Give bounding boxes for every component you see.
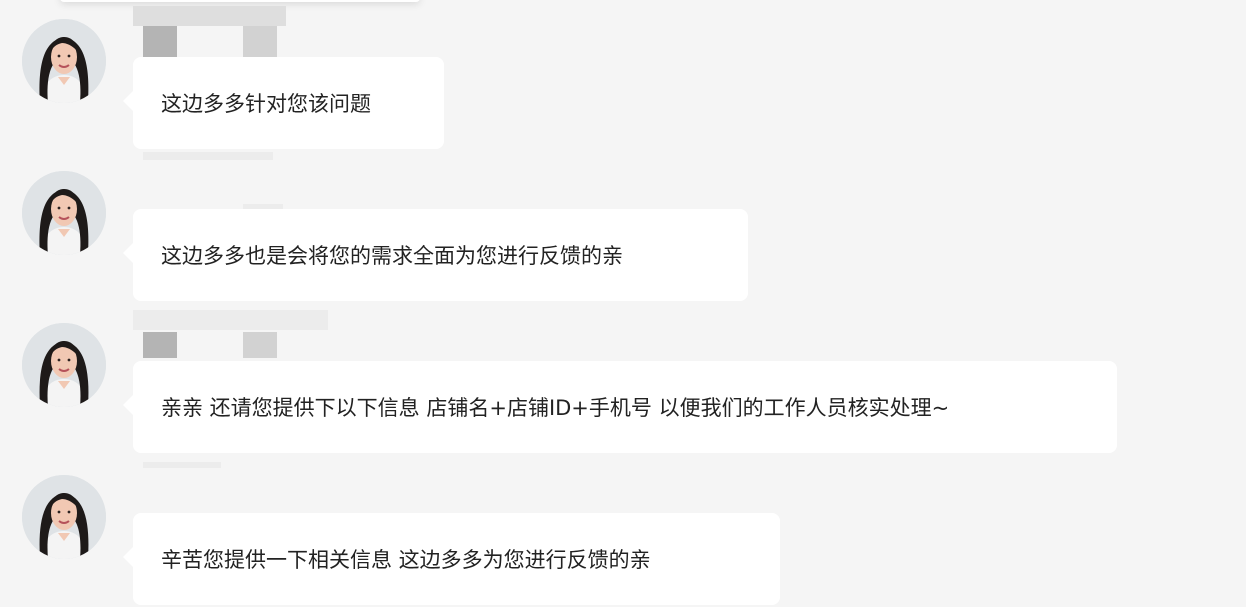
message-text: 辛苦您提供一下相关信息 这边多多为您进行反馈的亲 — [161, 548, 651, 572]
chat-thread: 这边多多针对您该问题 这边多多也是会将您的需求全面为您进行反馈的亲 亲亲 还请您… — [0, 0, 1246, 607]
message-text: 这边多多针对您该问题 — [161, 92, 371, 116]
message-text: 这边多多也是会将您的需求全面为您进行反馈的亲 — [161, 244, 623, 268]
agent-avatar[interactable] — [22, 171, 106, 255]
message-bubble: 辛苦您提供一下相关信息 这边多多为您进行反馈的亲 — [123, 513, 780, 605]
agent-avatar[interactable] — [22, 19, 106, 103]
agent-avatar[interactable] — [22, 475, 106, 559]
message-text: 亲亲 还请您提供下以下信息 店铺名+店铺ID+手机号 以便我们的工作人员核实处理… — [161, 396, 950, 420]
person-avatar-icon — [22, 475, 106, 559]
person-avatar-icon — [22, 323, 106, 407]
person-avatar-icon — [22, 19, 106, 103]
message-bubble: 这边多多也是会将您的需求全面为您进行反馈的亲 — [123, 209, 748, 301]
message-bubble: 亲亲 还请您提供下以下信息 店铺名+店铺ID+手机号 以便我们的工作人员核实处理… — [123, 361, 1117, 453]
popup-edge — [60, 0, 420, 2]
message-bubble: 这边多多针对您该问题 — [123, 57, 444, 149]
agent-avatar[interactable] — [22, 323, 106, 407]
person-avatar-icon — [22, 171, 106, 255]
